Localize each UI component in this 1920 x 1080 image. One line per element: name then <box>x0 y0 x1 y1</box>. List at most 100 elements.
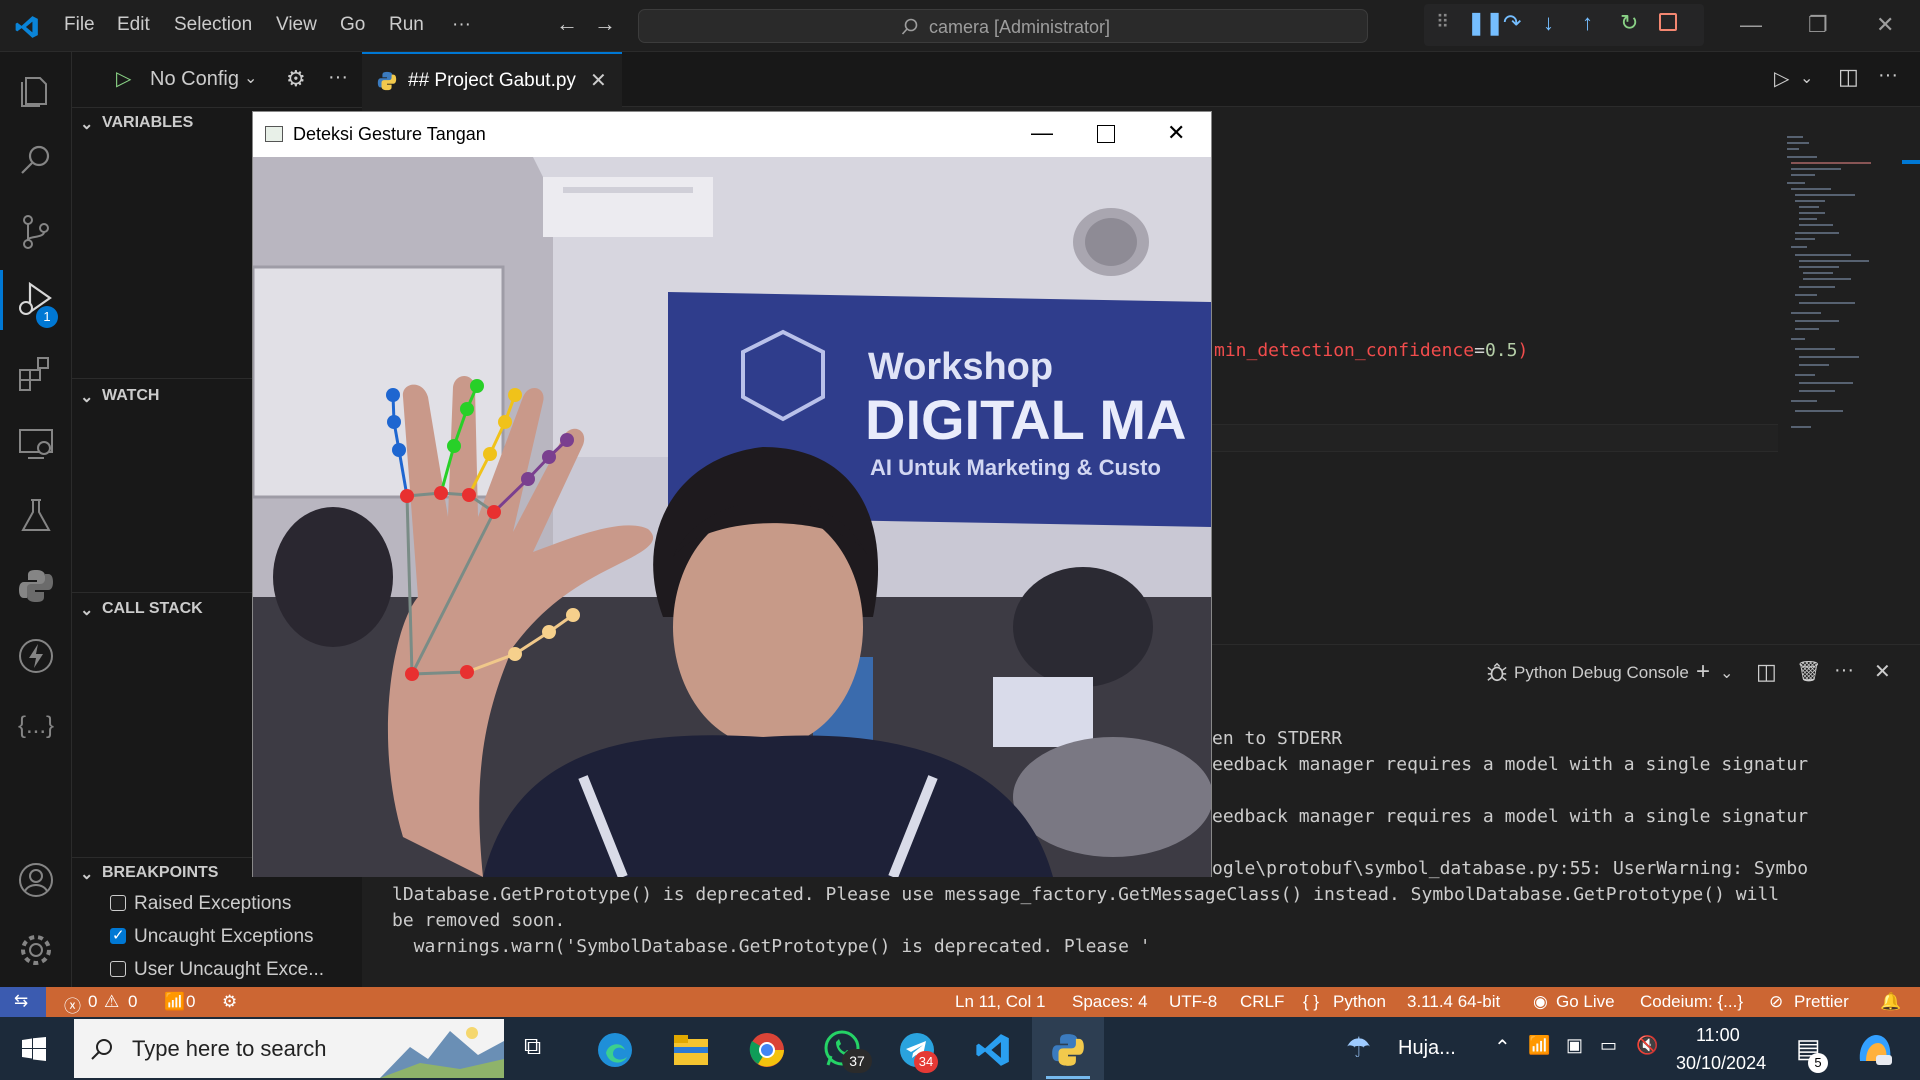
gear-icon[interactable]: ⚙ <box>286 66 306 92</box>
testing-flask-icon[interactable] <box>16 496 56 536</box>
menu-more[interactable]: ··· <box>452 14 471 36</box>
split-editor-icon[interactable]: ◫ <box>1838 64 1859 90</box>
scrollbar-indicator[interactable] <box>1902 160 1920 164</box>
chrome-icon[interactable] <box>748 1031 786 1069</box>
weather-text[interactable]: Huja... <box>1398 1037 1456 1060</box>
menu-file[interactable]: File <box>64 14 95 36</box>
warning-count[interactable]: 0 <box>128 992 137 1012</box>
python-icon[interactable] <box>16 566 56 606</box>
minimize-icon[interactable]: — <box>1031 120 1053 146</box>
tab-project-gabut[interactable]: ## Project Gabut.py ✕ <box>362 52 622 107</box>
forward-arrow-icon[interactable]: → <box>594 11 616 37</box>
battery-icon[interactable]: ▭ <box>1600 1035 1617 1056</box>
user-uncaught-exceptions-checkbox[interactable] <box>110 961 126 977</box>
line-ending[interactable]: CRLF <box>1240 992 1284 1012</box>
trash-icon[interactable]: 🗑 <box>1796 659 1821 684</box>
callstack-chevron-icon[interactable]: ⌄ <box>80 600 93 620</box>
menu-go[interactable]: Go <box>340 14 365 36</box>
new-terminal-plus-icon[interactable]: + <box>1696 658 1710 686</box>
call-stack-section-header[interactable]: CALL STACK <box>102 600 203 618</box>
menu-selection[interactable]: Selection <box>174 14 252 36</box>
prettier-status[interactable]: Prettier <box>1794 992 1849 1012</box>
menu-edit[interactable]: Edit <box>117 14 150 36</box>
remote-indicator[interactable]: ⇆ <box>0 987 46 1017</box>
weather-rain-icon[interactable]: ☂ <box>1346 1031 1371 1064</box>
task-view-icon[interactable]: ⧉ <box>524 1033 541 1061</box>
file-explorer-icon[interactable] <box>672 1033 710 1067</box>
step-into-icon[interactable]: ↓ <box>1543 10 1554 36</box>
language-mode[interactable]: Python <box>1333 992 1386 1012</box>
uncaught-exceptions-checkbox[interactable]: ✓ <box>110 927 126 944</box>
edge-browser-icon[interactable] <box>596 1031 634 1069</box>
settings-gear-icon[interactable] <box>16 930 56 970</box>
remote-explorer-icon[interactable] <box>16 424 56 464</box>
watch-section-header[interactable]: WATCH <box>102 387 159 405</box>
display-icon[interactable]: ▣ <box>1566 1035 1583 1056</box>
windows-start-icon[interactable] <box>22 1037 46 1061</box>
clock-date[interactable]: 30/10/2024 <box>1676 1053 1766 1074</box>
clock-time[interactable]: 11:00 <box>1696 1025 1740 1046</box>
ports-count[interactable]: 0 <box>186 992 195 1012</box>
run-config-select[interactable]: No Configu <box>150 68 240 91</box>
console-selector[interactable]: Python Debug Console <box>1514 663 1689 683</box>
debug-status-icon[interactable]: ⚙ <box>222 992 237 1012</box>
variables-section-header[interactable]: VARIABLES <box>102 114 193 132</box>
restore-icon[interactable]: ❐ <box>1808 12 1828 38</box>
error-icon[interactable]: ⓧ <box>64 992 81 1017</box>
minimap[interactable] <box>1785 136 1905 506</box>
ports-icon[interactable]: 📶 <box>164 992 185 1012</box>
start-debugging-icon[interactable]: ▷ <box>116 66 131 91</box>
account-icon[interactable] <box>16 860 56 900</box>
maximize-icon[interactable] <box>1097 125 1115 143</box>
close-panel-icon[interactable]: ✕ <box>1874 659 1891 684</box>
copilot-icon[interactable] <box>1856 1031 1894 1067</box>
volume-muted-icon[interactable]: 🔇 <box>1636 1035 1658 1056</box>
step-over-icon[interactable]: ↷ <box>1503 10 1521 36</box>
show-hidden-icons-icon[interactable]: ⌃ <box>1494 1035 1511 1060</box>
extensions-icon[interactable] <box>16 354 56 394</box>
chevron-down-icon[interactable]: ⌄ <box>1800 68 1813 88</box>
breakpoints-chevron-icon[interactable]: ⌄ <box>80 864 93 884</box>
chevron-down-icon[interactable]: ⌄ <box>244 68 257 88</box>
error-count[interactable]: 0 <box>88 992 97 1012</box>
indentation[interactable]: Spaces: 4 <box>1072 992 1148 1012</box>
more-actions-icon[interactable]: ··· <box>328 66 348 89</box>
back-arrow-icon[interactable]: ← <box>556 11 578 37</box>
vscode-taskbar-icon[interactable] <box>974 1031 1012 1069</box>
stop-icon[interactable] <box>1659 13 1677 31</box>
source-control-icon[interactable] <box>16 212 56 252</box>
run-python-file-icon[interactable]: ▷ <box>1774 66 1789 91</box>
camera-window-titlebar[interactable]: Deteksi Gesture Tangan — ✕ <box>253 112 1211 157</box>
close-window-icon[interactable]: ✕ <box>1876 12 1894 38</box>
menu-run[interactable]: Run <box>389 14 424 36</box>
more-actions-icon[interactable]: ··· <box>1878 64 1898 87</box>
split-terminal-icon[interactable]: ◫ <box>1756 659 1777 685</box>
more-actions-icon[interactable]: ··· <box>1834 659 1854 682</box>
json-braces-icon[interactable]: {...} <box>18 712 54 740</box>
step-out-icon[interactable]: ↑ <box>1582 10 1593 36</box>
raised-exceptions-checkbox[interactable] <box>110 895 126 911</box>
menu-view[interactable]: View <box>276 14 317 36</box>
taskbar-search-box[interactable]: Type here to search <box>74 1019 504 1078</box>
network-icon[interactable]: 📶 <box>1528 1035 1550 1056</box>
lightning-icon[interactable] <box>16 636 56 676</box>
drag-handle-icon[interactable]: ⠿ <box>1436 12 1449 33</box>
close-tab-icon[interactable]: ✕ <box>590 68 607 93</box>
go-live-button[interactable]: Go Live <box>1556 992 1615 1012</box>
explorer-icon[interactable] <box>16 70 56 110</box>
command-center-search[interactable]: camera [Administrator] <box>638 9 1368 43</box>
code-line[interactable]: min_detection_confidence=0.5) <box>1214 340 1528 361</box>
watch-chevron-icon[interactable]: ⌄ <box>80 387 93 407</box>
codeium-status[interactable]: Codeium: {...} <box>1640 992 1743 1012</box>
pause-icon[interactable]: ❚❚ <box>1467 10 1504 36</box>
encoding[interactable]: UTF-8 <box>1169 992 1217 1012</box>
close-window-icon[interactable]: ✕ <box>1167 120 1185 146</box>
warning-icon[interactable]: ⚠ <box>104 992 119 1012</box>
breakpoints-section-header[interactable]: BREAKPOINTS <box>102 864 218 882</box>
restart-icon[interactable]: ↻ <box>1620 10 1638 36</box>
notifications-bell-icon[interactable]: 🔔 <box>1880 992 1901 1012</box>
search-icon[interactable] <box>16 140 56 180</box>
minimize-icon[interactable]: — <box>1740 12 1762 38</box>
cursor-position[interactable]: Ln 11, Col 1 <box>955 992 1045 1012</box>
variables-chevron-icon[interactable]: ⌄ <box>80 114 93 134</box>
